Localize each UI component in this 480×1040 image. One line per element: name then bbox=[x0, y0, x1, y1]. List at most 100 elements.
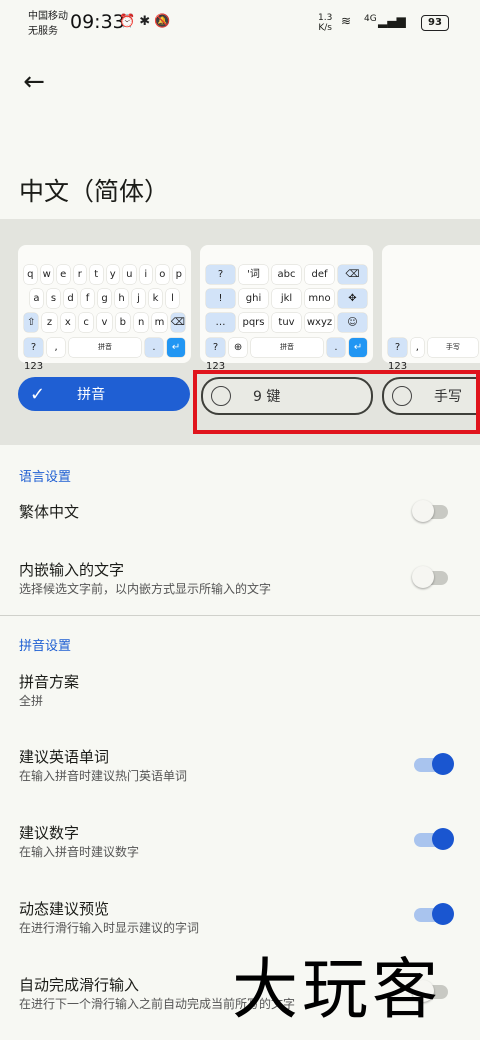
key[interactable]: ↵ bbox=[349, 338, 367, 357]
signal-icon: ▂▄▆ bbox=[378, 14, 406, 28]
key[interactable]: . bbox=[145, 338, 164, 357]
divider bbox=[0, 615, 480, 616]
setting-dynamic-preview-desc: 在进行滑行输入时显示建议的字词 bbox=[19, 921, 200, 935]
key[interactable]: h bbox=[115, 289, 128, 308]
key[interactable]: y bbox=[106, 265, 119, 284]
nine-key-keyboard-preview[interactable]: ? '词 abc def ⌫ ! ghi jkl mno ✥ … pqrs tuv wxyz ☺ ?12… bbox=[200, 245, 373, 372]
key[interactable]: t bbox=[90, 265, 103, 284]
setting-suggest-numbers-desc: 在输入拼音时建议数字 bbox=[19, 845, 140, 859]
key[interactable]: w bbox=[40, 265, 53, 284]
setting-dynamic-preview[interactable]: 动态建议预览 bbox=[19, 898, 109, 919]
key[interactable]: ?123 bbox=[24, 338, 44, 372]
suggest-numbers-toggle[interactable] bbox=[412, 828, 454, 850]
handwriting-keyboard-preview[interactable]: ?123, 手写 bbox=[382, 245, 480, 372]
check-icon: ✓ bbox=[30, 383, 46, 405]
key[interactable]: a bbox=[30, 289, 43, 308]
key[interactable]: f bbox=[81, 289, 94, 308]
key[interactable]: n bbox=[133, 313, 149, 332]
key[interactable]: tuv bbox=[272, 313, 301, 332]
service-status: 无服务 bbox=[28, 26, 58, 37]
key[interactable]: v bbox=[97, 313, 112, 332]
key[interactable]: ? bbox=[206, 265, 235, 284]
key[interactable]: r bbox=[73, 265, 86, 284]
key[interactable]: . bbox=[327, 338, 346, 357]
key[interactable]: l bbox=[166, 289, 179, 308]
key[interactable]: p bbox=[172, 265, 185, 284]
alarm-icon: ⏰ bbox=[119, 14, 140, 29]
key[interactable]: z bbox=[42, 313, 57, 332]
layout-pinyin-label: 拼音 bbox=[77, 387, 106, 403]
key[interactable]: ⌫ bbox=[338, 265, 367, 284]
mute-icon: 🔕 bbox=[154, 14, 175, 29]
layout-pinyin-button[interactable]: ✓ 拼音 bbox=[18, 377, 190, 411]
key[interactable]: pqrs bbox=[239, 313, 268, 332]
key[interactable]: ! bbox=[206, 289, 235, 308]
key[interactable]: ?123 bbox=[388, 338, 408, 372]
key[interactable]: , bbox=[47, 338, 66, 357]
traditional-chinese-toggle[interactable] bbox=[412, 500, 450, 522]
section-header-language: 语言设置 bbox=[19, 470, 72, 485]
carrier-info: 中国移动 无服务 bbox=[28, 9, 68, 39]
key[interactable]: g bbox=[98, 289, 111, 308]
key[interactable]: jkl bbox=[272, 289, 301, 308]
page-title: 中文（简体） bbox=[19, 177, 170, 206]
net-speed-value: 1.3 bbox=[318, 13, 333, 23]
setting-pinyin-scheme[interactable]: 拼音方案 bbox=[19, 671, 79, 692]
key[interactable]: '词 bbox=[239, 265, 268, 284]
key[interactable]: ↵ bbox=[167, 338, 185, 357]
key[interactable]: , bbox=[411, 338, 424, 357]
section-header-pinyin: 拼音设置 bbox=[19, 639, 72, 654]
key[interactable]: b bbox=[115, 313, 130, 332]
watermark-logo: 大玩客 bbox=[232, 951, 442, 1028]
key[interactable]: def bbox=[305, 265, 334, 284]
setting-auto-complete-glide[interactable]: 自动完成滑行输入 bbox=[19, 974, 139, 995]
key[interactable]: k bbox=[149, 289, 162, 308]
setting-traditional-chinese[interactable]: 繁体中文 bbox=[19, 501, 79, 522]
key[interactable]: wxyz bbox=[305, 313, 334, 332]
key[interactable]: … bbox=[206, 313, 235, 332]
dynamic-preview-toggle[interactable] bbox=[412, 903, 454, 925]
bluetooth-icon: ✱ bbox=[139, 14, 155, 29]
net-speed-unit: K/s bbox=[318, 23, 332, 33]
key[interactable]: i bbox=[139, 265, 152, 284]
key[interactable]: s bbox=[47, 289, 60, 308]
back-arrow-icon[interactable]: ← bbox=[18, 66, 50, 98]
status-bar: 中国移动 无服务 09:33 ⏰✱🔕 1.3 K/s ≋ 4G ▂▄▆ 93 bbox=[0, 0, 480, 44]
key[interactable]: e bbox=[57, 265, 70, 284]
keyboard-layout-preview[interactable]: qwertyuiop asdfghjkl ⇧ z x c v b n m ⌫ ?123, 拼音. ↵… bbox=[0, 219, 480, 445]
key[interactable]: m bbox=[152, 313, 167, 332]
setting-inline-text-desc: 选择候选文字前，以内嵌方式显示所输入的文字 bbox=[19, 582, 272, 596]
key[interactable]: abc bbox=[272, 265, 301, 284]
key[interactable]: ⌫ bbox=[170, 313, 185, 332]
setting-pinyin-scheme-value: 全拼 bbox=[19, 694, 44, 708]
key[interactable]: ghi bbox=[239, 289, 268, 308]
clock: 09:33 bbox=[70, 11, 125, 33]
key[interactable]: u bbox=[123, 265, 136, 284]
status-icons: ⏰✱🔕 bbox=[119, 14, 174, 29]
key[interactable]: 拼音 bbox=[69, 338, 142, 357]
key[interactable]: ☺ bbox=[338, 313, 367, 332]
setting-suggest-english[interactable]: 建议英语单词 bbox=[19, 746, 109, 767]
battery-indicator: 93 bbox=[421, 15, 449, 31]
key[interactable]: mno bbox=[305, 289, 334, 308]
key[interactable]: j bbox=[132, 289, 145, 308]
highlight-box bbox=[193, 370, 480, 434]
setting-suggest-numbers[interactable]: 建议数字 bbox=[19, 822, 79, 843]
setting-inline-text[interactable]: 内嵌输入的文字 bbox=[19, 559, 124, 580]
key[interactable]: ✥ bbox=[338, 289, 367, 308]
key[interactable]: o bbox=[156, 265, 169, 284]
inline-text-toggle[interactable] bbox=[412, 566, 450, 588]
key[interactable]: ⊕ bbox=[229, 338, 248, 357]
key[interactable]: d bbox=[64, 289, 77, 308]
key[interactable]: ?123 bbox=[206, 338, 226, 372]
qwerty-keyboard-preview[interactable]: qwertyuiop asdfghjkl ⇧ z x c v b n m ⌫ ?123, 拼音. ↵ bbox=[18, 245, 191, 372]
key[interactable]: 手写 bbox=[427, 338, 478, 357]
carrier-name: 中国移动 bbox=[28, 11, 68, 22]
suggest-english-toggle[interactable] bbox=[412, 753, 454, 775]
key[interactable]: ⇧ bbox=[24, 313, 39, 332]
key[interactable]: c bbox=[78, 313, 94, 332]
key[interactable]: 拼音 bbox=[251, 338, 324, 357]
key[interactable]: q bbox=[24, 265, 37, 284]
key[interactable]: x bbox=[60, 313, 75, 332]
setting-suggest-english-desc: 在输入拼音时建议热门英语单词 bbox=[19, 769, 188, 783]
